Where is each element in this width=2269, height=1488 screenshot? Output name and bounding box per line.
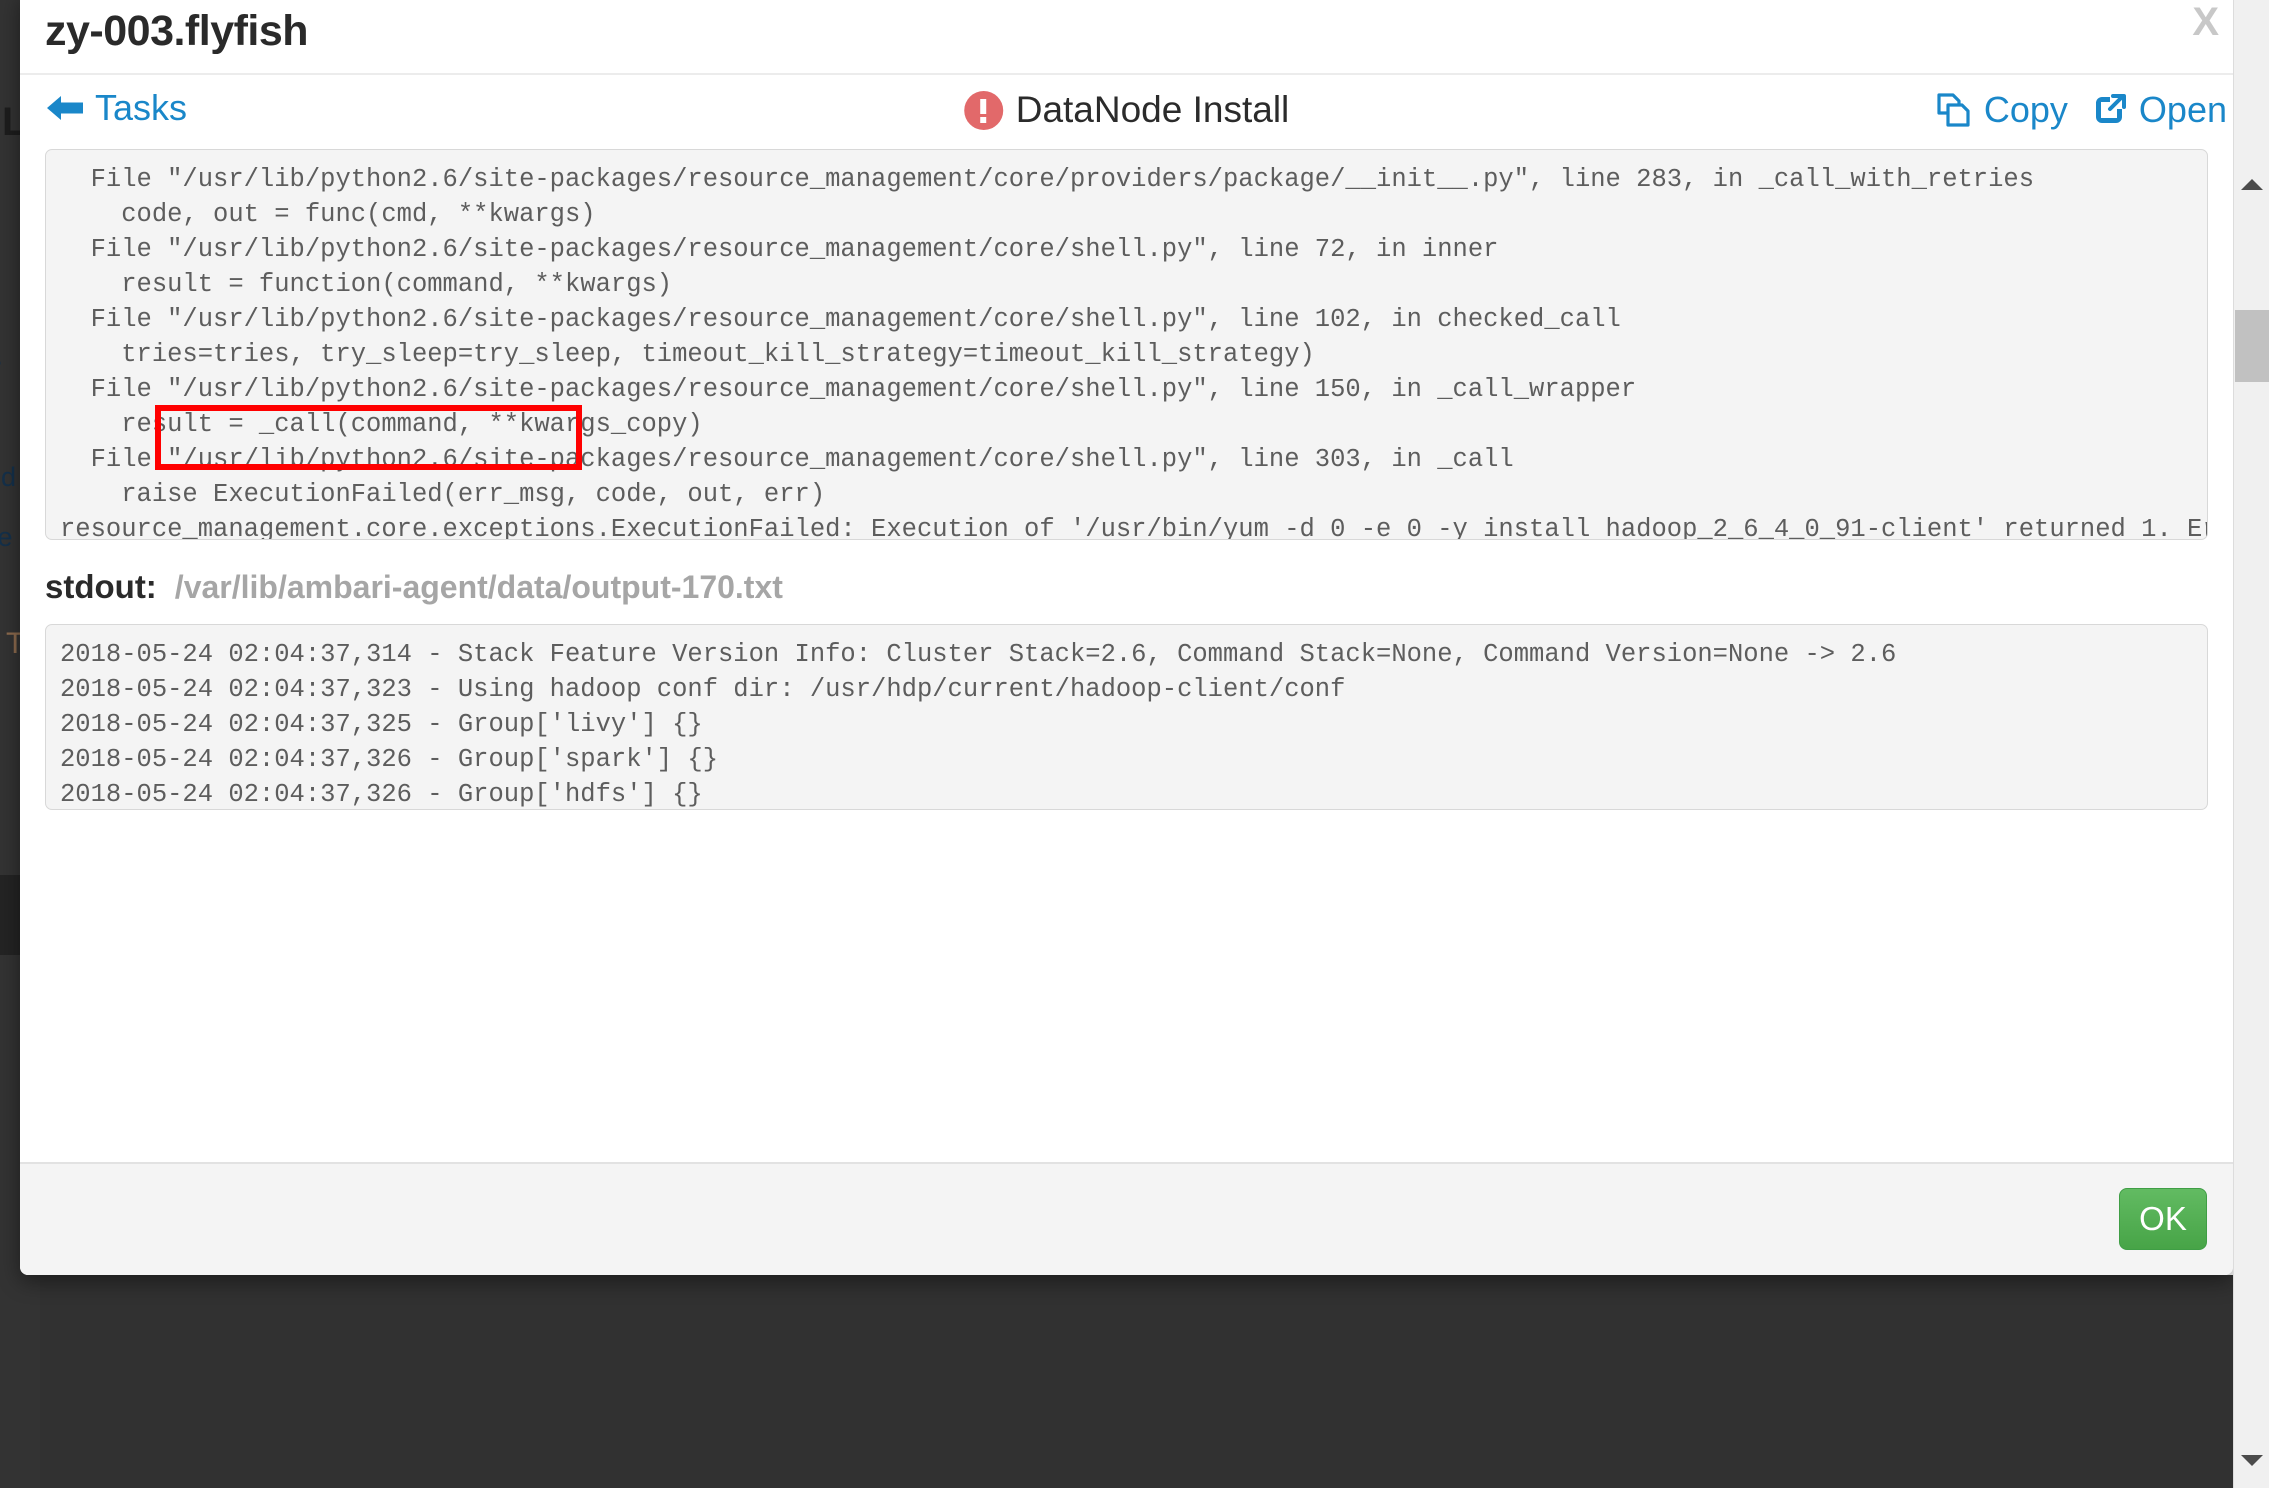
background-text-fragment: nd [0, 462, 17, 492]
modal-footer: OK [20, 1162, 2233, 1275]
stderr-log-content: File "/usr/lib/python2.6/site-packages/r… [60, 162, 2208, 540]
scrollbar-thumb[interactable] [2235, 310, 2269, 382]
modal-header: zy-003.flyfish X [20, 0, 2233, 75]
log-line: 2018-05-24 02:04:37,326 - Group['spark']… [60, 745, 719, 774]
log-line: 2018-05-24 02:04:37,326 - Group['hdfs'] … [60, 780, 703, 809]
arrow-left-icon [45, 91, 85, 125]
stdout-label: stdout: [45, 568, 157, 605]
log-line: File "/usr/lib/python2.6/site-packages/r… [60, 235, 1499, 264]
triangle-up-icon[interactable] [2234, 166, 2269, 202]
copy-label: Copy [1983, 89, 2068, 130]
modal-body: File "/usr/lib/python2.6/site-packages/r… [20, 149, 2233, 1087]
log-line: 2018-05-24 02:04:37,325 - Group['livy'] … [60, 710, 703, 739]
page-scrollbar[interactable] [2233, 0, 2269, 1488]
triangle-down-icon[interactable] [2234, 1442, 2269, 1478]
log-line: raise ExecutionFailed(err_msg, code, out… [60, 480, 826, 509]
log-line: File "/usr/lib/python2.6/site-packages/r… [60, 305, 1621, 334]
header-actions: Copy Open [1935, 89, 2227, 131]
task-title: DataNode Install [1015, 89, 1290, 130]
page-title: zy-003.flyfish [45, 7, 309, 55]
stdout-log-content: 2018-05-24 02:04:37,314 - Stack Feature … [60, 637, 2193, 809]
close-icon[interactable]: X [2192, 2, 2219, 42]
log-line: tries=tries, try_sleep=try_sleep, timeou… [60, 340, 1315, 369]
stdout-file-path: /var/lib/ambari-agent/data/output-170.tx… [174, 569, 783, 605]
log-line: 2018-05-24 02:04:37,314 - Stack Feature … [60, 640, 1897, 669]
log-line: File "/usr/lib/python2.6/site-packages/r… [60, 375, 1637, 404]
log-line: result = _call(command, **kwargs_copy) [60, 410, 703, 439]
error-exclamation-icon [963, 90, 1003, 130]
task-log-modal: zy-003.flyfish X Tasks DataNode Install [20, 0, 2233, 1275]
open-label: Open [2138, 89, 2227, 130]
copy-pages-icon [1935, 91, 1973, 129]
stderr-log-panel[interactable]: File "/usr/lib/python2.6/site-packages/r… [45, 149, 2208, 540]
ok-button[interactable]: OK [2119, 1188, 2207, 1250]
background-text-fragment: s [0, 343, 2, 374]
back-to-tasks-link[interactable]: Tasks [45, 87, 187, 129]
stdout-section-header: stdout: /var/lib/ambari-agent/data/outpu… [45, 568, 2208, 606]
log-line: resource_management.core.exceptions.Exec… [60, 515, 2208, 540]
back-to-tasks-label: Tasks [95, 87, 188, 128]
log-line: result = function(command, **kwargs) [60, 270, 673, 299]
log-line: code, out = func(cmd, **kwargs) [60, 200, 596, 229]
log-line: 2018-05-24 02:04:37,323 - Using hadoop c… [60, 675, 1346, 704]
log-line: File "/usr/lib/python2.6/site-packages/r… [60, 165, 2035, 194]
stdout-log-panel[interactable]: 2018-05-24 02:04:37,314 - Stack Feature … [45, 624, 2208, 810]
log-line: File "/usr/lib/python2.6/site-packages/r… [60, 445, 1514, 474]
background-text-fragment: ce [0, 522, 13, 552]
open-button[interactable]: Open [2090, 89, 2227, 131]
task-title-group: DataNode Install [963, 89, 1290, 131]
external-link-icon [2090, 91, 2128, 129]
modal-toolbar: Tasks DataNode Install Copy Open [20, 75, 2233, 149]
copy-button[interactable]: Copy [1935, 89, 2068, 131]
